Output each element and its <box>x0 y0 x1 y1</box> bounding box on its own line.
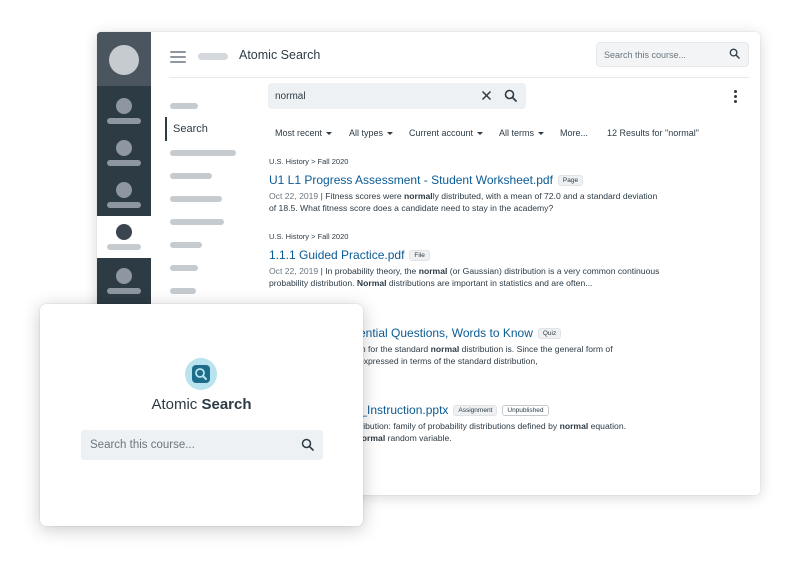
more-options-icon[interactable] <box>734 90 738 104</box>
results-count: 12 Results for "normal" <box>607 128 699 138</box>
search-icon[interactable] <box>504 89 517 102</box>
course-nav-item[interactable] <box>170 103 198 109</box>
nav-item-3[interactable] <box>97 174 151 216</box>
result-breadcrumb: U.S. History > Fall 2020 <box>269 232 349 241</box>
result-date: Oct 22, 2019 <box>269 266 319 276</box>
header-search-input[interactable] <box>604 47 724 63</box>
chevron-down-icon <box>387 132 394 136</box>
filter-more[interactable]: More... <box>560 128 588 138</box>
result-item: U.S. History > Fall 2020 U1 L1 Progress … <box>269 157 669 214</box>
avatar <box>109 45 139 75</box>
query-box[interactable] <box>268 83 526 109</box>
course-nav-item[interactable] <box>170 219 224 225</box>
card-search-input[interactable] <box>90 437 280 453</box>
result-item: U.S. History > Fall 2020 1.1.1 Guided Pr… <box>269 232 669 289</box>
result-item-partial: ed_Instruction.pptx Assignment Unpublished… <box>347 398 667 444</box>
nav-icon <box>116 182 132 198</box>
nav-label-placeholder <box>107 288 141 294</box>
course-nav-item[interactable] <box>170 196 222 202</box>
filter-all-terms[interactable]: All terms <box>499 128 545 138</box>
type-badge: Quiz <box>537 328 562 339</box>
search-overlay-card: Atomic Search <box>40 304 363 526</box>
status-badge: Unpublished <box>502 405 549 416</box>
nav-label-placeholder <box>107 244 141 250</box>
course-nav-item[interactable] <box>170 242 202 248</box>
nav-label-placeholder <box>107 160 141 166</box>
result-snippet: Oct 22, 2019 | Fitness scores were norma… <box>269 191 658 213</box>
nav-icon <box>116 140 132 156</box>
type-badge: Assignment <box>453 405 498 416</box>
nav-icon <box>116 98 132 114</box>
query-input[interactable] <box>275 88 465 104</box>
hamburger-icon[interactable] <box>170 51 186 63</box>
type-badge: File <box>409 250 430 261</box>
course-nav-item[interactable] <box>170 288 196 294</box>
result-title-link[interactable]: ssential Questions, Words to Know <box>347 326 533 340</box>
result-title-link[interactable]: U1 L1 Progress Assessment - Student Work… <box>269 173 553 187</box>
card-title: Atomic Search <box>151 396 252 413</box>
nav-item-1[interactable] <box>97 90 151 132</box>
search-icon[interactable] <box>729 48 740 59</box>
nav-item-4-active[interactable] <box>97 216 151 258</box>
nav-item-2[interactable] <box>97 132 151 174</box>
result-breadcrumb: U.S. History > Fall 2020 <box>269 157 349 166</box>
magnifier-icon <box>195 368 207 380</box>
result-snippet: distribution: family of probability dist… <box>347 421 626 443</box>
result-title-link[interactable]: 1.1.1 Guided Practice.pdf <box>269 248 404 262</box>
course-nav-item[interactable] <box>170 265 198 271</box>
header-divider <box>169 77 749 78</box>
nav-label-placeholder <box>107 118 141 124</box>
nav-icon <box>116 224 132 240</box>
header-search[interactable] <box>596 42 749 67</box>
nav-icon <box>116 268 132 284</box>
type-badge: Page <box>557 175 584 186</box>
search-icon[interactable] <box>301 438 314 451</box>
course-nav-item[interactable] <box>170 150 236 156</box>
app-title: Atomic Search <box>239 48 321 62</box>
filter-most-recent[interactable]: Most recent <box>275 128 333 138</box>
result-date: Oct 22, 2019 <box>269 191 319 201</box>
chevron-down-icon <box>326 132 333 136</box>
card-search[interactable] <box>81 430 323 460</box>
nav-account[interactable] <box>97 32 151 86</box>
result-item-partial: ssential Questions, Words to Know Quiz at… <box>347 321 647 367</box>
course-nav-item[interactable] <box>170 173 212 179</box>
breadcrumb-placeholder <box>198 53 228 60</box>
result-snippet: Oct 22, 2019 | In probability theory, th… <box>269 266 660 288</box>
chevron-down-icon <box>538 132 545 136</box>
atomic-search-logo-icon <box>185 358 217 390</box>
course-nav-search[interactable]: Search <box>165 117 245 141</box>
result-snippet: ation for the standard normal distributi… <box>347 344 613 366</box>
nav-label-placeholder <box>107 202 141 208</box>
nav-item-5[interactable] <box>97 260 151 302</box>
filter-current-account[interactable]: Current account <box>409 128 484 138</box>
filter-all-types[interactable]: All types <box>349 128 394 138</box>
close-icon[interactable] <box>481 90 492 101</box>
chevron-down-icon <box>477 132 484 136</box>
